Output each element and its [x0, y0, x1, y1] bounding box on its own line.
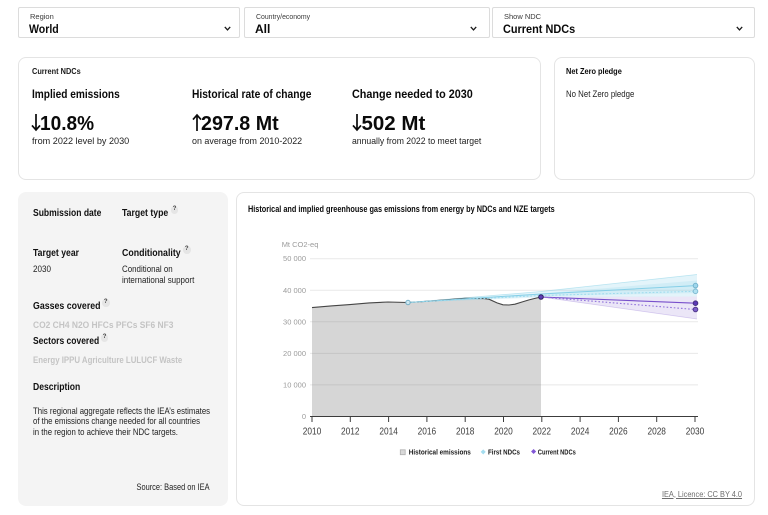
svg-text:2030: 2030 — [686, 427, 705, 438]
svg-text:2026: 2026 — [609, 427, 628, 438]
svg-text:10 000: 10 000 — [283, 380, 306, 389]
svg-text:2022: 2022 — [533, 427, 552, 438]
svg-text:30 000: 30 000 — [283, 317, 306, 326]
svg-text:Current NDCs: Current NDCs — [538, 448, 576, 457]
svg-text:2028: 2028 — [647, 427, 666, 438]
svg-text:2018: 2018 — [456, 427, 475, 438]
svg-text:2024: 2024 — [571, 427, 590, 438]
svg-text:50 000: 50 000 — [283, 254, 306, 263]
svg-text:2014: 2014 — [379, 427, 398, 438]
svg-text:2010: 2010 — [303, 427, 322, 438]
svg-text:First NDCs: First NDCs — [488, 448, 520, 457]
svg-text:2012: 2012 — [341, 427, 360, 438]
svg-text:20 000: 20 000 — [283, 349, 306, 358]
svg-text:0: 0 — [302, 412, 306, 421]
svg-text:40 000: 40 000 — [283, 286, 306, 295]
svg-text:Mt CO2-eq: Mt CO2-eq — [282, 240, 319, 249]
svg-text:2016: 2016 — [418, 427, 437, 438]
svg-text:2020: 2020 — [494, 427, 513, 438]
svg-text:Historical emissions: Historical emissions — [409, 448, 471, 457]
